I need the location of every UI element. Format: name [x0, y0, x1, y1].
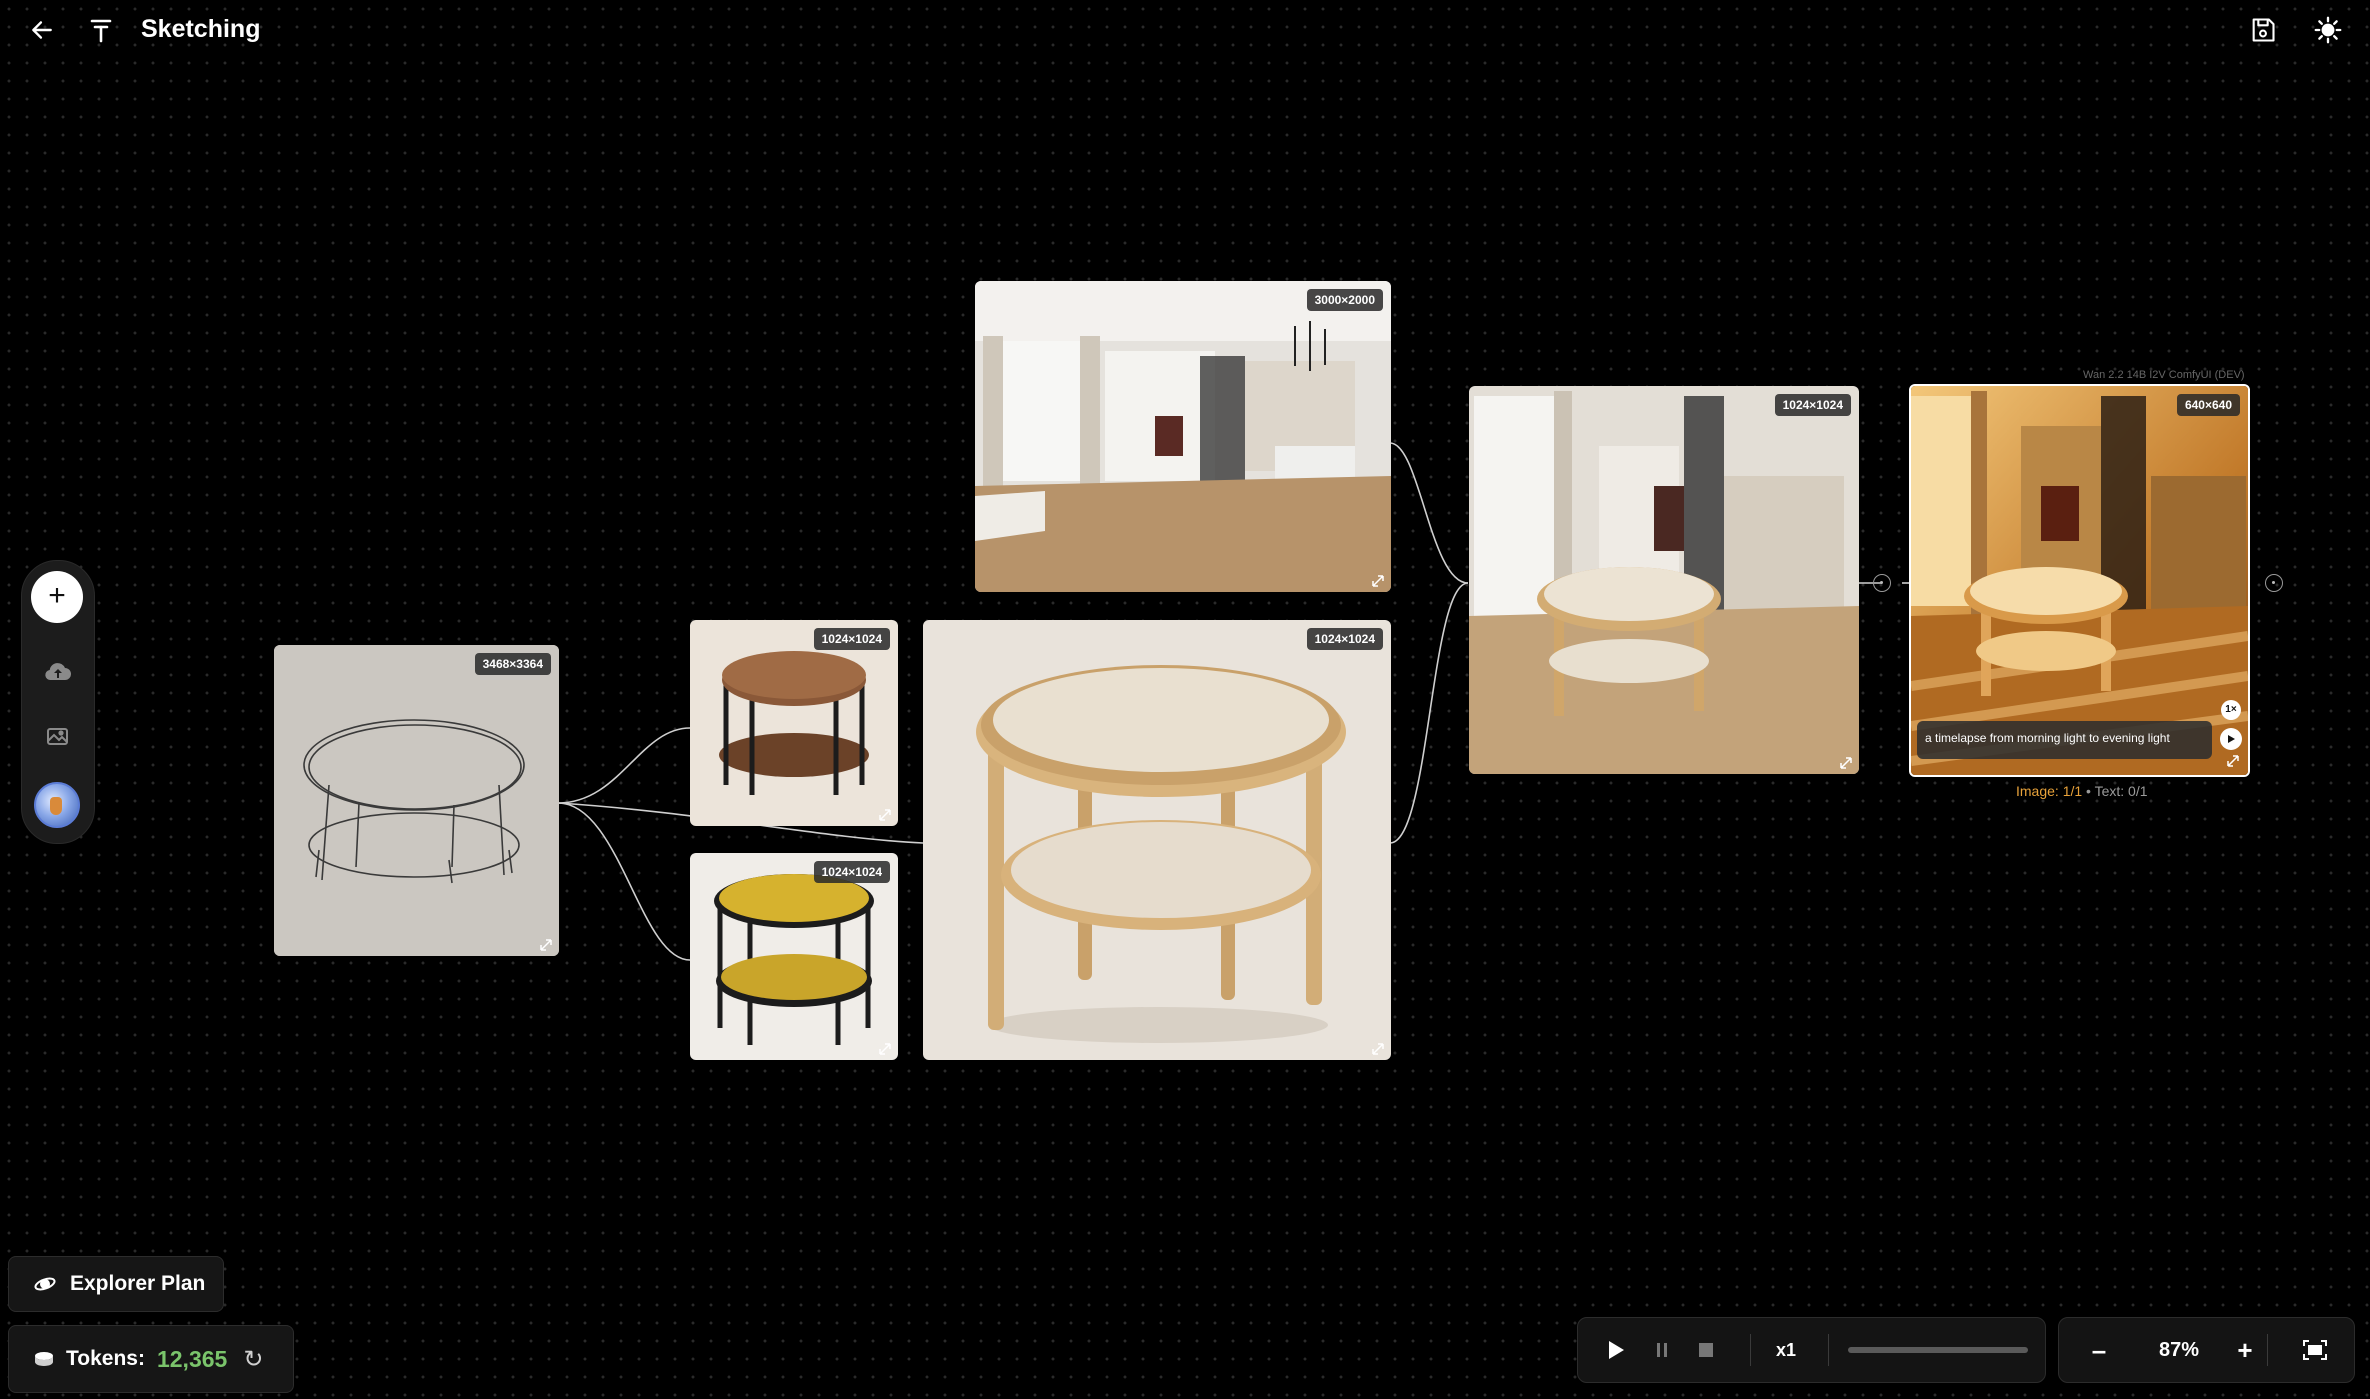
fit-screen-icon[interactable] — [2295, 1318, 2335, 1382]
node-status: Image: 1/1 • Text: 0/1 — [2016, 783, 2148, 799]
tokens-label: Tokens: — [66, 1347, 145, 1370]
yellow-table-node[interactable]: 1024×1024 — [690, 853, 898, 1060]
node-output-port[interactable] — [2265, 574, 2283, 592]
dimension-badge: 3000×2000 — [1306, 289, 1383, 311]
pause-icon[interactable] — [1642, 1318, 1682, 1382]
zoom-out-button[interactable]: – — [2079, 1318, 2119, 1382]
prompt-input[interactable]: a timelapse from morning light to evenin… — [1917, 721, 2212, 759]
interior-image-node[interactable]: 3000×2000 — [975, 281, 1391, 592]
sketch-image-node[interactable]: 3468×3364 — [274, 645, 559, 956]
playback-controls: x1 — [1577, 1317, 2046, 1383]
stop-icon[interactable] — [1686, 1318, 1726, 1382]
timeline-scrubber[interactable] — [1848, 1347, 2028, 1353]
dimension-badge: 3468×3364 — [474, 653, 551, 675]
divider — [1828, 1334, 1829, 1366]
node-output-port[interactable] — [1873, 574, 1891, 592]
zoom-controls: – 87% + — [2058, 1317, 2355, 1383]
dimension-badge: 1024×1024 — [1306, 628, 1383, 650]
plan-label: Explorer Plan — [70, 1272, 206, 1295]
oak-table-node[interactable]: 1024×1024 — [923, 620, 1391, 1060]
explorer-plan-button[interactable]: Explorer Plan — [8, 1256, 224, 1312]
expand-icon[interactable] — [878, 808, 892, 822]
oak-table-image — [923, 620, 1391, 1060]
expand-icon[interactable] — [539, 938, 553, 952]
tokens-value: 12,365 — [156, 1345, 228, 1372]
dimension-badge: 640×640 — [2176, 394, 2240, 416]
divider — [1750, 1334, 1751, 1366]
walnut-table-node[interactable]: 1024×1024 — [690, 620, 898, 826]
dimension-badge: 1024×1024 — [813, 861, 890, 883]
zoom-in-button[interactable]: + — [2225, 1318, 2265, 1382]
text-status: Text: 0/1 — [2094, 783, 2148, 799]
expand-icon[interactable] — [1839, 756, 1853, 770]
play-icon[interactable] — [1596, 1318, 1636, 1382]
planet-icon — [34, 1277, 56, 1291]
image-status: Image: 1/1 — [2016, 783, 2083, 799]
count-badge[interactable]: 1× — [2221, 700, 2241, 720]
speed-button[interactable]: x1 — [1762, 1318, 1810, 1382]
expand-icon[interactable] — [2226, 754, 2240, 768]
expand-icon[interactable] — [1371, 1042, 1385, 1056]
expand-icon[interactable] — [1371, 574, 1385, 588]
status-separator: • — [2082, 783, 2095, 799]
send-icon[interactable] — [2220, 728, 2242, 750]
video-frame-image — [1911, 386, 2248, 775]
tokens-panel: Tokens: 12,365 ↻ — [8, 1325, 294, 1393]
dimension-badge: 1024×1024 — [813, 628, 890, 650]
pencil-sketch-image — [274, 645, 559, 956]
composite-image — [1469, 386, 1859, 774]
interior-image — [975, 281, 1391, 592]
video-generation-node[interactable]: 640×640 — [1909, 384, 2250, 777]
refresh-icon[interactable]: ↻ — [243, 1345, 263, 1374]
coin-stack-icon — [35, 1352, 53, 1366]
zoom-level: 87% — [2158, 1338, 2200, 1361]
composite-image-node[interactable]: 1024×1024 — [1469, 386, 1859, 774]
model-label: Wan 2.2 14B I2V ComfyUI (DEV) — [2083, 369, 2245, 381]
yellow-table-image — [690, 853, 898, 1060]
walnut-table-image — [690, 620, 898, 826]
expand-icon[interactable] — [878, 1042, 892, 1056]
dimension-badge: 1024×1024 — [1774, 394, 1851, 416]
divider — [2267, 1334, 2268, 1366]
